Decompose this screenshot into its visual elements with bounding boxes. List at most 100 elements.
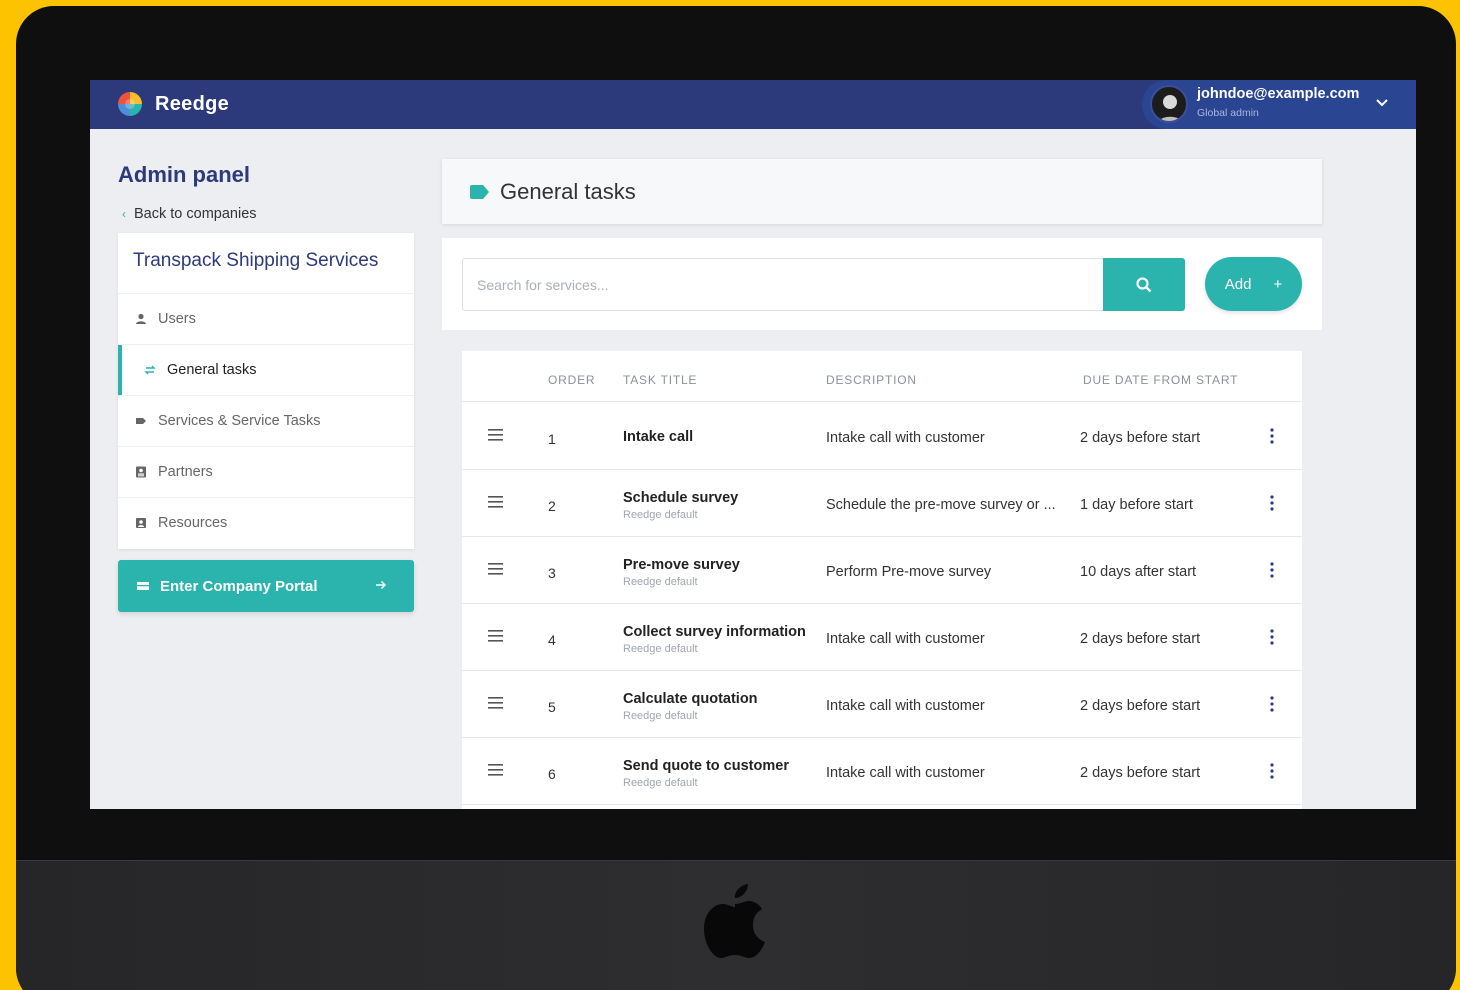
sidebar-item-label: Users — [158, 311, 196, 327]
drag-handle-icon[interactable] — [488, 496, 503, 508]
cell-description: Intake call with customer — [826, 765, 985, 781]
contact-card-icon — [136, 466, 146, 478]
table-row[interactable]: 2 Schedule survey Reedge default Schedul… — [462, 470, 1302, 537]
imac-device-frame: Reedge johndoe@example.com Global admin … — [16, 6, 1456, 990]
cell-order: 2 — [548, 498, 556, 514]
tag-icon — [136, 418, 146, 424]
user-icon — [136, 313, 146, 324]
sync-icon — [144, 365, 156, 375]
more-options-icon[interactable] — [1269, 763, 1275, 779]
drag-handle-icon[interactable] — [488, 630, 503, 642]
drag-handle-icon[interactable] — [488, 563, 503, 575]
company-name: Transpack Shipping Services — [133, 250, 379, 271]
cell-description: Intake call with customer — [826, 631, 985, 647]
search-input[interactable] — [462, 258, 1104, 311]
cell-order: 4 — [548, 632, 556, 648]
brand-name: Reedge — [155, 92, 230, 115]
column-header-task-title[interactable]: TASK TITLE — [623, 373, 697, 387]
top-navbar: Reedge johndoe@example.com Global admin — [90, 80, 1416, 129]
sidebar-item-label: Resources — [158, 515, 228, 531]
more-options-icon[interactable] — [1269, 495, 1275, 511]
more-options-icon[interactable] — [1269, 696, 1275, 712]
cell-due-date: 2 days before start — [1080, 631, 1201, 647]
portal-icon — [137, 582, 149, 590]
table-header: ORDER TASK TITLE DESCRIPTION DUE DATE FR… — [462, 351, 1302, 402]
tasks-table: ORDER TASK TITLE DESCRIPTION DUE DATE FR… — [462, 351, 1302, 809]
enter-company-portal-button[interactable]: Enter Company Portal — [118, 560, 414, 612]
app-screen: Reedge johndoe@example.com Global admin … — [90, 80, 1416, 809]
back-to-companies-link[interactable]: ‹ Back to companies — [122, 206, 257, 222]
sidebar-item-resources[interactable]: Resources — [118, 497, 414, 548]
cell-task-source: Reedge default — [623, 509, 698, 521]
table-row[interactable]: 3 Pre-move survey Reedge default Perform… — [462, 537, 1302, 604]
column-header-due-date[interactable]: DUE DATE FROM START — [1083, 373, 1238, 387]
portal-button-label: Enter Company Portal — [160, 577, 318, 595]
tasks-table-area: ORDER TASK TITLE DESCRIPTION DUE DATE FR… — [442, 330, 1322, 809]
back-link-label: Back to companies — [134, 206, 257, 222]
sidebar-item-label: General tasks — [167, 362, 257, 378]
cell-task-title: Schedule survey — [623, 490, 739, 506]
search-icon — [1136, 276, 1152, 292]
column-header-order[interactable]: ORDER — [548, 373, 595, 387]
column-header-description[interactable]: DESCRIPTION — [826, 373, 917, 387]
sidebar-item-label: Partners — [158, 464, 213, 480]
apple-logo-icon — [704, 884, 765, 958]
user-menu[interactable]: johndoe@example.com Global admin — [1142, 80, 1416, 129]
table-row[interactable]: 4 Collect survey information Reedge defa… — [462, 604, 1302, 671]
cell-description: Schedule the pre-move survey or ... — [826, 497, 1056, 513]
add-button[interactable]: Add + — [1205, 257, 1302, 311]
cell-task-title: Pre-move survey — [623, 557, 740, 573]
more-options-icon[interactable] — [1269, 562, 1275, 578]
resource-icon — [136, 518, 146, 528]
cell-task-title: Intake call — [623, 429, 694, 445]
chevron-left-icon: ‹ — [122, 207, 126, 221]
cell-due-date: 2 days before start — [1080, 765, 1201, 781]
avatar[interactable] — [1150, 85, 1188, 123]
sidebar-card: Transpack Shipping Services Users Genera… — [118, 233, 414, 549]
drag-handle-icon[interactable] — [488, 764, 503, 776]
user-avatar-icon — [1158, 95, 1182, 121]
sidebar-item-users[interactable]: Users — [118, 293, 414, 344]
drag-handle-icon[interactable] — [488, 697, 503, 709]
cell-order: 5 — [548, 699, 556, 715]
sidebar-item-services[interactable]: Services & Service Tasks — [118, 395, 414, 446]
cell-task-source: Reedge default — [623, 777, 698, 789]
search-button[interactable] — [1103, 258, 1185, 311]
user-email: johndoe@example.com — [1197, 86, 1360, 102]
more-options-icon[interactable] — [1269, 428, 1275, 444]
sidebar-item-label: Services & Service Tasks — [158, 413, 321, 429]
drag-handle-icon[interactable] — [488, 429, 503, 441]
add-button-label: Add — [1224, 275, 1252, 293]
cell-task-source: Reedge default — [623, 643, 698, 655]
table-row[interactable]: 6 Send quote to customer Reedge default … — [462, 738, 1302, 805]
table-row[interactable]: 1 Intake call Intake call with customer … — [462, 403, 1302, 470]
cell-due-date: 1 day before start — [1080, 497, 1193, 513]
cell-order: 6 — [548, 766, 556, 782]
chevron-down-icon[interactable] — [1374, 94, 1390, 110]
page-header: General tasks — [442, 159, 1322, 224]
search-toolbar: Add + — [442, 238, 1322, 330]
more-options-icon[interactable] — [1269, 629, 1275, 645]
cell-description: Intake call with customer — [826, 698, 985, 714]
cell-task-source: Reedge default — [623, 710, 698, 722]
cell-task-title: Calculate quotation — [623, 691, 758, 707]
cell-task-source: Reedge default — [623, 576, 698, 588]
page-title: General tasks — [500, 178, 636, 204]
sidebar-item-partners[interactable]: Partners — [118, 446, 414, 497]
reedge-logo-icon — [118, 92, 142, 116]
cell-order: 1 — [548, 431, 556, 447]
table-row[interactable]: 5 Calculate quotation Reedge default Int… — [462, 671, 1302, 738]
cell-due-date: 2 days before start — [1080, 430, 1201, 446]
arrow-right-icon — [376, 580, 387, 590]
cell-order: 3 — [548, 565, 556, 581]
user-role: Global admin — [1197, 107, 1259, 119]
plus-icon: + — [1273, 275, 1283, 293]
cell-description: Perform Pre-move survey — [826, 564, 992, 580]
cell-description: Intake call with customer — [826, 430, 985, 446]
cell-task-title: Collect survey information — [623, 624, 806, 640]
admin-panel-title: Admin panel — [118, 162, 251, 187]
brand[interactable]: Reedge — [114, 88, 229, 120]
cell-task-title: Send quote to customer — [623, 758, 789, 774]
cell-due-date: 10 days after start — [1080, 564, 1197, 580]
sidebar-item-general-tasks[interactable]: General tasks — [118, 344, 414, 396]
